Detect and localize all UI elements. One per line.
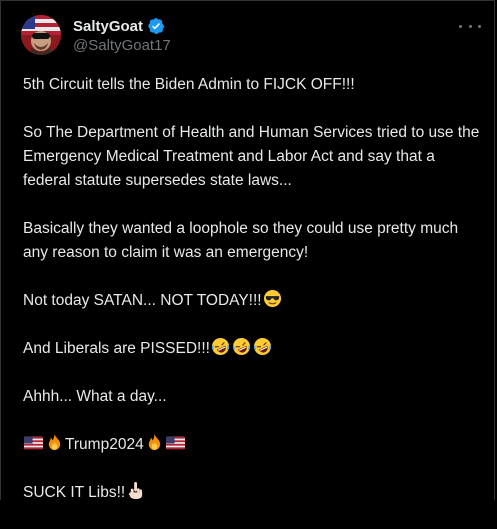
- rofl-face-icon: [253, 337, 272, 356]
- rofl-face-icon: [211, 337, 230, 356]
- avatar[interactable]: [21, 15, 61, 55]
- more-dot: [468, 24, 472, 28]
- middle-finger-icon: [129, 481, 143, 500]
- name-row: SaltyGoat: [73, 16, 171, 36]
- paragraph-text: SUCK IT Libs!!: [23, 484, 126, 501]
- author-handle[interactable]: @SaltyGoat17: [73, 37, 171, 54]
- paragraph-text: Ahhh... What a day...: [23, 388, 167, 405]
- us-flag-icon: [165, 436, 185, 450]
- post-paragraph: And Liberals are PISSED!!!: [23, 337, 483, 361]
- paragraph-text: And Liberals are PISSED!!!: [23, 340, 210, 357]
- more-options-button[interactable]: [459, 17, 481, 35]
- sunglasses-face-icon: [263, 289, 281, 308]
- fire-icon: [48, 433, 61, 451]
- post-paragraph: So The Department of Health and Human Se…: [23, 121, 483, 193]
- post-paragraph: SUCK IT Libs!!: [23, 481, 483, 505]
- more-dot: [478, 24, 481, 28]
- rofl-face-icon: [232, 337, 251, 356]
- avatar-flag-icon: [21, 15, 61, 55]
- post-card: SaltyGoat @SaltyGoat17 5th Circuit tells…: [0, 0, 495, 501]
- paragraph-text: Basically they wanted a loophole so they…: [23, 220, 463, 261]
- author-display-name[interactable]: SaltyGoat: [73, 18, 143, 35]
- post-text: 5th Circuit tells the Biden Admin to FIJ…: [23, 73, 483, 529]
- paragraph-text: Trump2024: [65, 436, 144, 453]
- paragraph-text: So The Department of Health and Human Se…: [23, 124, 484, 189]
- post-paragraph: Ahhh... What a day...: [23, 385, 483, 409]
- more-dots-icon: [459, 24, 462, 28]
- author-block: SaltyGoat @SaltyGoat17: [73, 16, 171, 55]
- paragraph-text: 5th Circuit tells the Biden Admin to FIJ…: [23, 76, 355, 93]
- post-paragraph: Trump2024: [23, 433, 483, 457]
- post-paragraph: Basically they wanted a loophole so they…: [23, 217, 483, 265]
- post-header: SaltyGoat @SaltyGoat17: [21, 15, 481, 59]
- paragraph-text: Not today SATAN... NOT TODAY!!!: [23, 292, 262, 309]
- fire-icon: [148, 433, 160, 451]
- verified-badge-icon[interactable]: [147, 17, 165, 35]
- post-paragraph: 5th Circuit tells the Biden Admin to FIJ…: [23, 73, 483, 97]
- us-flag-icon: [24, 436, 43, 450]
- post-paragraph: Not today SATAN... NOT TODAY!!!: [23, 289, 483, 313]
